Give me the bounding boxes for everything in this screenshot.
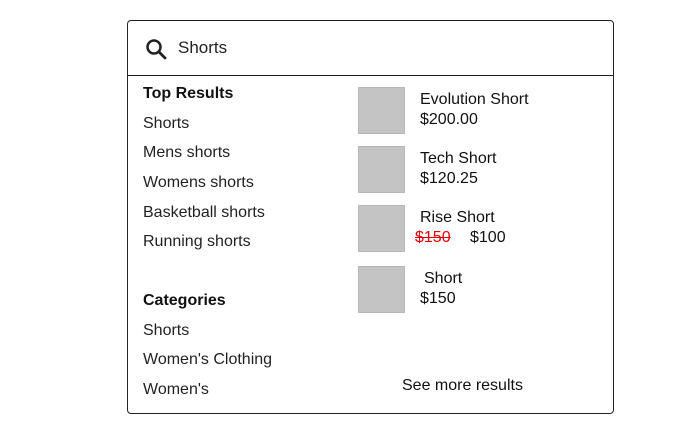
product-price: $200.00 — [420, 111, 478, 128]
product-price: $120.25 — [420, 170, 478, 187]
product-card[interactable]: Short $150 — [358, 266, 598, 314]
product-card[interactable]: Evolution Short $200.00 — [358, 87, 598, 135]
search-input[interactable] — [178, 35, 578, 61]
top-result-item[interactable]: Basketball shorts — [143, 204, 265, 222]
search-icon[interactable] — [144, 37, 168, 61]
product-card[interactable]: Rise Short $150 $100 — [358, 205, 598, 253]
categories-heading: Categories — [143, 292, 226, 309]
category-item[interactable]: Shorts — [143, 322, 189, 340]
product-thumbnail — [358, 87, 405, 134]
product-name: Evolution Short — [420, 91, 529, 108]
top-result-item[interactable]: Womens shorts — [143, 174, 254, 192]
product-name: Rise Short — [420, 209, 495, 226]
product-original-price: $150 — [415, 229, 451, 246]
see-more-results-link[interactable]: See more results — [402, 377, 523, 395]
category-item[interactable]: Women's — [143, 381, 209, 399]
top-results-heading: Top Results — [143, 85, 234, 102]
product-thumbnail — [358, 266, 405, 313]
top-result-item[interactable]: Shorts — [143, 115, 189, 133]
product-thumbnail — [358, 205, 405, 252]
top-result-item[interactable]: Running shorts — [143, 233, 251, 251]
category-item[interactable]: Women's Clothing — [143, 351, 272, 369]
search-dropdown-panel: Top Results Shorts Mens shorts Womens sh… — [127, 20, 614, 414]
product-price: $150 — [420, 290, 456, 307]
product-name: Short — [424, 270, 463, 287]
product-name: Tech Short — [420, 150, 497, 167]
top-result-item[interactable]: Mens shorts — [143, 144, 230, 162]
product-sale-price: $100 — [470, 229, 506, 246]
search-bar — [128, 21, 613, 76]
product-thumbnail — [358, 146, 405, 193]
product-card[interactable]: Tech Short $120.25 — [358, 146, 598, 194]
